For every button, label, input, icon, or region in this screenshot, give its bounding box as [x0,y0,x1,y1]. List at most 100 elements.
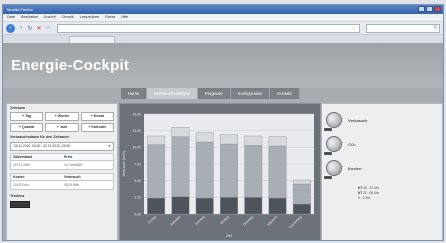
menu-ansicht[interactable]: Ansicht [44,14,55,21]
period-year-button[interactable]: + Jahr [45,123,79,132]
meter-reading-value: 1573,0 kWh [13,163,31,167]
minimize-button[interactable] [418,6,425,12]
period-day-button[interactable]: + Tag [10,112,44,121]
nav-kontakt[interactable]: Kontakt [270,88,300,99]
metric-co2-label: CO₂ [348,141,356,147]
window-controls [418,6,441,12]
period-buttons-row-2: + Quartal + Jahr + Kalender [7,122,117,133]
x-tick-label: Freitag [147,215,157,225]
nav-konfiguration[interactable]: Konfiguration [230,88,271,99]
x-tick-label: Samstag [169,215,181,227]
metric-kosten[interactable]: Kosten [326,160,362,176]
url-input[interactable]: ☆ [57,23,360,33]
period-week-button[interactable]: + Woche [45,112,79,121]
zeitraum-label: Zeitraum [10,106,26,110]
price-value: 14 Cent/kWh [64,163,83,167]
consumption-chart: 0,00 2,50 5,00 7,50 10,00 12,50 15,00 Freitag Sa… [122,112,314,238]
bar-segment [292,183,311,205]
x-tick-label: Montag [219,215,230,226]
menu-chronik[interactable]: Chronik [62,14,74,21]
bar-segment [195,197,214,215]
meter-table-header: Zählerstand Preis [10,153,114,161]
x-tick-label: Dienstag [242,215,254,227]
navigation-toolbar: ‹ › ↻ ✕ ⌂ ☆ ⚲ [3,22,443,35]
nav-verbrauchsanalyse[interactable]: Verbrauchsanalyse [147,88,198,99]
bar-segment [292,203,311,215]
search-icon[interactable]: ⚲ [433,25,437,32]
stop-icon[interactable]: ✕ [36,25,42,32]
metric-verbrauch-indicator [324,128,332,131]
bar-segment [268,197,287,215]
bar-segment [195,141,214,199]
price-label: Preis [64,155,73,159]
x-tick-label: Donnerstag [288,215,303,230]
date-range-select[interactable]: 26.11.2010, 00:00 - 02.12.2010, 23:59 ▾ [10,142,114,151]
home-icon[interactable]: ⌂ [45,25,51,31]
bar-segment [268,145,287,199]
search-input[interactable]: ⚲ [366,23,440,33]
menu-hilfe[interactable]: Hilfe [121,14,128,21]
meter-table-values: 1573,0 kWh 14 Cent/kWh [10,161,114,170]
bar-segment [147,144,166,199]
page-header: Energie-Cockpit [3,43,443,88]
date-range-value: 26.11.2010, 00:00 - 02.12.2010, 23:59 [14,144,70,148]
cost-table-header: Kosten Verbrauch [10,173,114,181]
period-buttons-row-1: + Tag + Woche + Monat [7,111,117,122]
nav-home[interactable]: Home [121,88,148,99]
tendenz-label: Tendenz [10,194,25,198]
x-axis-label: Zeit [226,234,232,238]
metric-co2[interactable]: CO₂ [326,136,356,152]
bar-segment [220,143,238,198]
metric-kosten-label: Kosten [348,165,362,171]
forward-icon[interactable]: › [18,25,24,31]
menu-extras[interactable]: Extras [105,14,115,21]
x-tick-label: Sonntag [194,215,205,226]
consumption-value: 95,20 kWh [64,183,80,187]
maximize-button[interactable] [426,6,433,12]
cost-label: Kosten [13,175,25,179]
y-tick-label: 5,00 [134,179,141,183]
y-tick-label: 10,00 [133,146,142,150]
bar-segment [220,134,238,145]
tariff-legend: HT 06 - 22 Uhr NT 22 - 06 Uhr 0 - 0 Uhr [358,186,379,201]
metric-verbrauch[interactable]: Verbrauch [326,112,368,128]
consumption-label: Verbrauch [64,175,81,179]
metric-verbrauch-label: Verbrauch [348,117,368,123]
bar-segment [220,197,238,215]
y-tick-label: 2,50 [134,196,141,200]
meter-reading-label: Zählerstand [13,155,33,159]
y-tick-label: 7,50 [134,162,141,166]
period-quarter-button[interactable]: + Quartal [10,123,44,132]
tendenz-toggle[interactable] [10,201,30,208]
legend-row: 0 - 0 Uhr [358,196,371,200]
reload-icon[interactable]: ↻ [27,25,33,32]
bar-segment [244,135,263,146]
y-axis-label: Verbrauch [kWh] [122,151,126,176]
bar-segment [171,136,190,197]
window-titlebar: Mozilla Firefox [3,5,443,14]
bookmark-star-icon[interactable]: ☆ [352,25,356,32]
main-nav: Home Verbrauchsanalyse Prognose Konfigur… [121,88,300,99]
close-button[interactable] [434,6,441,12]
browser-window: Mozilla Firefox Datei Bearbeiten Ansicht… [2,4,444,241]
plug-icon [326,112,342,128]
bar-segment [292,179,311,185]
back-icon[interactable]: ‹ [6,23,15,33]
period-calendar-button[interactable]: + Kalender [80,123,114,132]
period-month-button[interactable]: + Monat [80,112,114,121]
chevron-down-icon: ▾ [108,144,110,148]
nav-prognose[interactable]: Prognose [197,88,231,99]
cost-value: 13,00 Euro [13,183,29,187]
menu-bar: Datei Bearbeiten Ansicht Chronik Lesezei… [3,14,443,22]
menu-datei[interactable]: Datei [7,14,15,21]
auswahl-label: Verbrauchsdaten für den Zeitraum: [10,135,70,139]
bar-segment [244,145,263,198]
menu-lesezeichen[interactable]: Lesezeichen [80,14,100,21]
y-tick-label: 12,50 [133,129,142,133]
window-title: Mozilla Firefox [7,7,33,12]
co2-icon [326,136,342,152]
bar-segment [171,127,190,137]
metric-panel: Verbrauch CO₂ Kosten HT 06 - 22 Uhr NT 2… [321,103,443,240]
menu-bearbeiten[interactable]: Bearbeiten [21,14,38,21]
filter-panel: Zeitraum + Tag + Woche + Monat + Quartal… [6,103,118,240]
